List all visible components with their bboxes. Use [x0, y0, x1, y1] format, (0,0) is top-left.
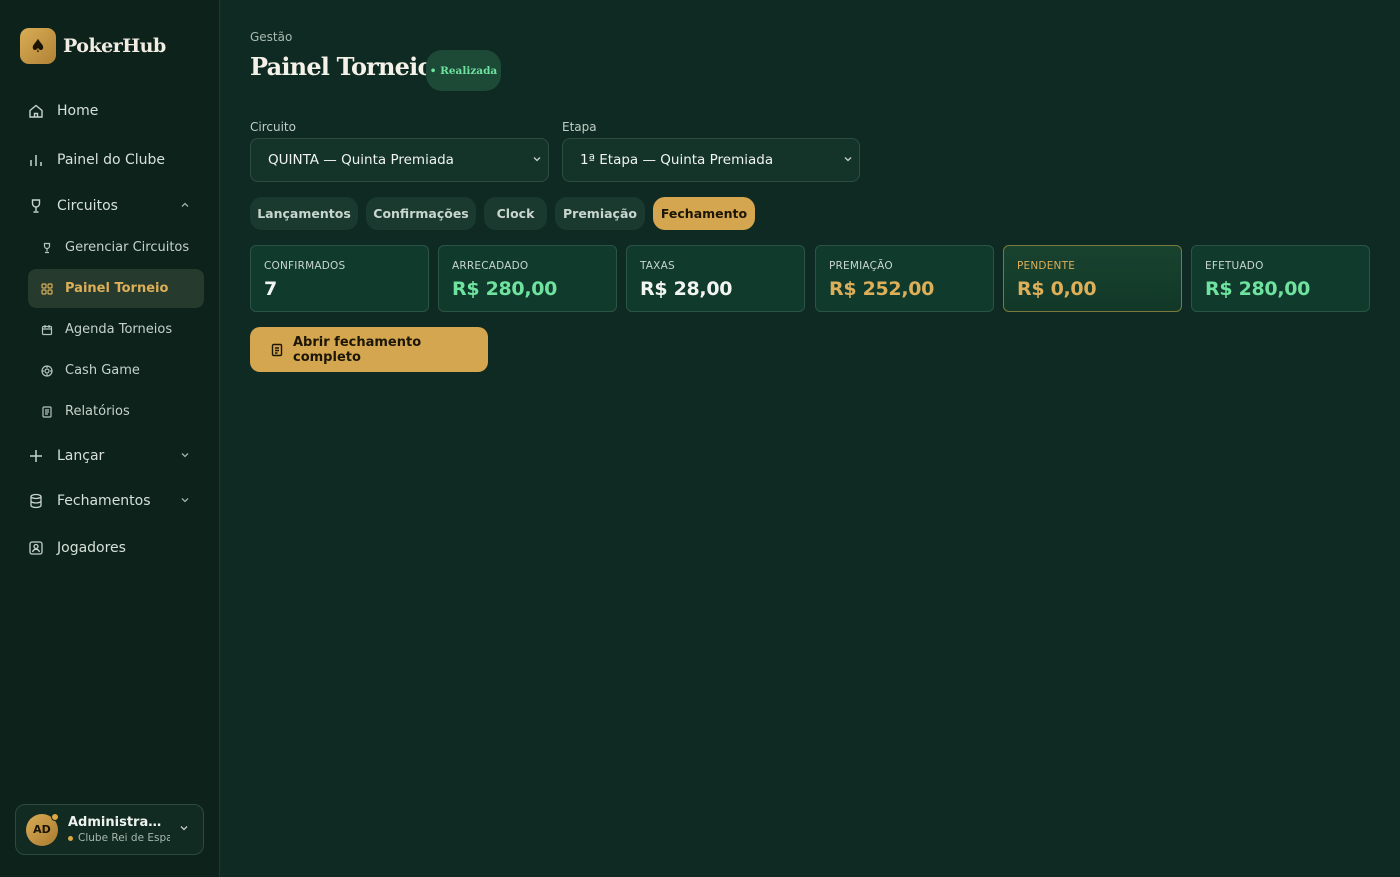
club-status-dot	[68, 835, 73, 841]
status-badge: • Realizada	[426, 50, 501, 91]
home-icon	[28, 103, 44, 119]
etapa-select-value: 1ª Etapa — Quinta Premiada	[580, 152, 774, 168]
breadcrumb: Gestão	[250, 30, 293, 44]
stat-value: R$ 280,00	[1205, 278, 1311, 300]
tab-fechamento[interactable]: Fechamento	[653, 197, 755, 230]
user-club: Clube Rei de Espadas	[68, 832, 170, 844]
sidebar-item-jogadores[interactable]: Jogadores	[28, 539, 204, 557]
sidebar-item-label: Circuitos	[57, 198, 118, 214]
circuito-label: Circuito	[250, 120, 296, 134]
circuito-select[interactable]: QUINTA — Quinta Premiada	[250, 138, 549, 182]
document-icon	[41, 405, 53, 418]
sidebar-subitem-cash-game[interactable]: Cash Game	[28, 351, 204, 390]
chevron-down-icon	[843, 154, 853, 167]
sidebar-item-circuitos[interactable]: Circuitos	[28, 197, 204, 215]
sidebar-item-label: Painel do Clube	[57, 152, 166, 168]
circuito-select-value: QUINTA — Quinta Premiada	[268, 152, 454, 168]
stat-card-arrecadado: ARRECADADO R$ 280,00	[438, 245, 617, 312]
stat-value: R$ 28,00	[640, 278, 733, 300]
online-status-dot	[51, 812, 59, 821]
contact-card-icon	[28, 540, 44, 556]
chevron-up-icon	[180, 200, 190, 213]
etapa-select[interactable]: 1ª Etapa — Quinta Premiada	[562, 138, 860, 182]
user-name: Administrador ...	[68, 815, 170, 830]
tab-premiacao[interactable]: Premiação	[555, 197, 645, 230]
stat-card-confirmados: CONFIRMADOS 7	[250, 245, 429, 312]
plus-icon	[28, 448, 44, 464]
chevron-down-icon	[532, 154, 542, 167]
stat-value: 7	[264, 278, 277, 300]
sidebar-subitem-painel-torneio[interactable]: Painel Torneio	[28, 269, 204, 308]
sidebar-subitem-label: Painel Torneio	[65, 281, 169, 296]
tab-confirmacoes[interactable]: Confirmações	[366, 197, 476, 230]
brand-name: PokerHub	[63, 35, 166, 57]
stat-card-taxas: TAXAS R$ 28,00	[626, 245, 805, 312]
page-title: Painel Torneio	[250, 52, 433, 81]
sidebar-subitem-relatorios[interactable]: Relatórios	[28, 392, 204, 431]
sidebar-subitem-gerenciar-circuitos[interactable]: Gerenciar Circuitos	[28, 228, 204, 267]
tab-lancamentos[interactable]: Lançamentos	[250, 197, 358, 230]
sidebar-item-label: Home	[57, 103, 99, 119]
bar-chart-icon	[28, 152, 44, 168]
chevron-down-icon	[180, 495, 190, 508]
stat-value: R$ 0,00	[1017, 278, 1097, 300]
document-icon	[270, 343, 284, 357]
stat-card-efetuado: EFETUADO R$ 280,00	[1191, 245, 1370, 312]
calendar-icon	[41, 324, 53, 336]
stat-label: PREMIAÇÃO	[829, 260, 893, 272]
chevron-down-icon	[180, 450, 190, 463]
open-full-closing-label: Abrir fechamento completo	[293, 334, 422, 365]
stat-card-premiacao: PREMIAÇÃO R$ 252,00	[815, 245, 994, 312]
sidebar-subitem-label: Relatórios	[65, 404, 130, 419]
sidebar-subitem-label: Cash Game	[65, 363, 140, 378]
sidebar-item-painel-clube[interactable]: Painel do Clube	[28, 151, 204, 169]
sidebar: ♠ PokerHub Home Painel do Clube Circuito…	[0, 0, 220, 877]
sidebar-item-label: Lançar	[57, 448, 105, 464]
open-full-closing-button[interactable]: Abrir fechamento completo	[250, 327, 488, 372]
stat-value: R$ 252,00	[829, 278, 935, 300]
sidebar-item-label: Jogadores	[57, 540, 126, 556]
avatar: AD	[26, 812, 59, 846]
stat-label: TAXAS	[640, 260, 675, 272]
etapa-label: Etapa	[562, 120, 597, 134]
stat-label: CONFIRMADOS	[264, 260, 346, 272]
stat-value: R$ 280,00	[452, 278, 558, 300]
trophy-icon	[41, 242, 53, 254]
sidebar-item-lancar[interactable]: Lançar	[28, 447, 204, 465]
trophy-icon	[28, 198, 44, 214]
sidebar-item-fechamentos[interactable]: Fechamentos	[28, 492, 204, 510]
tab-clock[interactable]: Clock	[484, 197, 547, 230]
sidebar-subitem-agenda-torneios[interactable]: Agenda Torneios	[28, 310, 204, 349]
sidebar-item-home[interactable]: Home	[28, 102, 204, 120]
user-info: Administrador ... Clube Rei de Espadas	[68, 815, 170, 844]
database-icon	[28, 493, 44, 509]
sidebar-item-label: Fechamentos	[57, 493, 151, 509]
stat-card-pendente: PENDENTE R$ 0,00	[1003, 245, 1182, 312]
spade-icon: ♠	[20, 28, 56, 64]
chevron-down-icon	[179, 823, 189, 836]
user-menu[interactable]: AD Administrador ... Clube Rei de Espada…	[15, 804, 204, 855]
stat-label: ARRECADADO	[452, 260, 529, 272]
poker-chip-icon	[41, 364, 53, 377]
sidebar-subitem-label: Gerenciar Circuitos	[65, 240, 190, 255]
stat-label: PENDENTE	[1017, 260, 1076, 272]
brand[interactable]: ♠ PokerHub	[20, 28, 166, 64]
stat-label: EFETUADO	[1205, 260, 1264, 272]
grid-icon	[41, 282, 53, 295]
sidebar-subitem-label: Agenda Torneios	[65, 322, 173, 337]
